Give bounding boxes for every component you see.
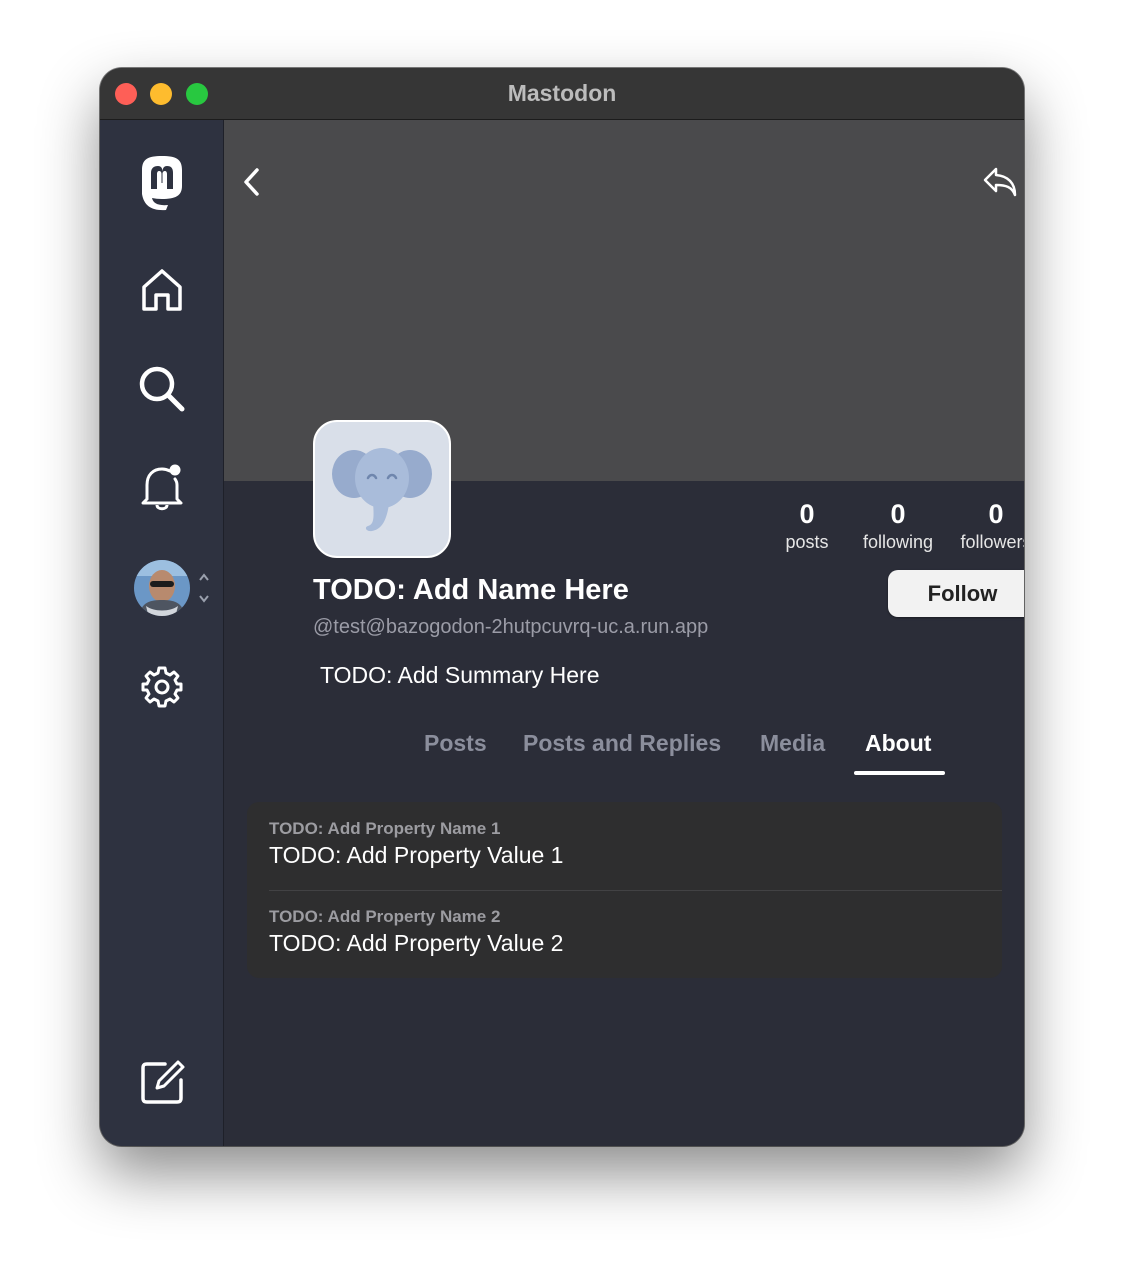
tab-about[interactable]: About [865,730,931,757]
following-label: following [862,532,934,552]
posts-count: 0 [799,499,815,529]
notifications-bell-icon[interactable] [130,456,194,520]
property-value: TODO: Add Property Value 2 [269,930,564,956]
tab-posts[interactable]: Posts [424,730,487,757]
property-row: TODO: Add Property Name 2 TODO: Add Prop… [269,906,563,958]
stat-posts[interactable]: 0 posts [772,498,842,554]
property-row: TODO: Add Property Name 1 TODO: Add Prop… [269,818,563,870]
followers-count: 0 [988,499,1004,529]
reply-button[interactable] [980,162,1020,202]
home-icon[interactable] [130,258,194,322]
settings-gear-icon[interactable] [130,655,194,719]
property-name: TODO: Add Property Name 2 [269,907,501,926]
posts-label: posts [785,532,829,552]
back-button[interactable] [234,164,270,200]
property-value: TODO: Add Property Value 1 [269,842,564,868]
stat-following[interactable]: 0 following [852,498,944,554]
property-name: TODO: Add Property Name 1 [269,819,501,838]
chevron-left-icon [244,168,259,196]
app-window: Mastodon 0 posts 0 following 0 follower … [100,68,1024,1146]
search-icon[interactable] [130,357,194,421]
mastodon-logo-icon[interactable] [130,150,194,214]
profile-summary: TODO: Add Summary Here [320,662,600,688]
profile-display-name: TODO: Add Name Here [313,574,629,606]
profile-view: 0 posts 0 following 0 followers TODO: Ad… [224,120,1024,1146]
account-avatar[interactable] [128,556,218,620]
followers-label: followers [960,532,1024,552]
window-title: Mastodon [507,80,617,106]
profile-properties: TODO: Add Property Name 1 TODO: Add Prop… [247,802,1002,978]
account-switcher[interactable] [128,556,218,620]
reply-arrow-icon [983,167,1017,197]
title-bar: Mastodon [100,68,1024,120]
elephant-placeholder-icon [332,448,432,532]
follow-button[interactable]: Follow [888,570,1024,617]
compose-icon[interactable] [130,1051,194,1115]
sidebar [100,120,224,1146]
active-tab-indicator [854,771,945,775]
stat-followers[interactable]: 0 followers [950,498,1024,554]
tab-media[interactable]: Media [760,730,825,757]
tab-posts-and-replies[interactable]: Posts and Replies [523,730,721,757]
profile-handle: @test@bazogodon-2hutpcuvrq-uc.a.run.app [313,616,709,638]
profile-avatar [313,420,451,558]
property-divider [269,890,1002,891]
following-count: 0 [890,499,906,529]
